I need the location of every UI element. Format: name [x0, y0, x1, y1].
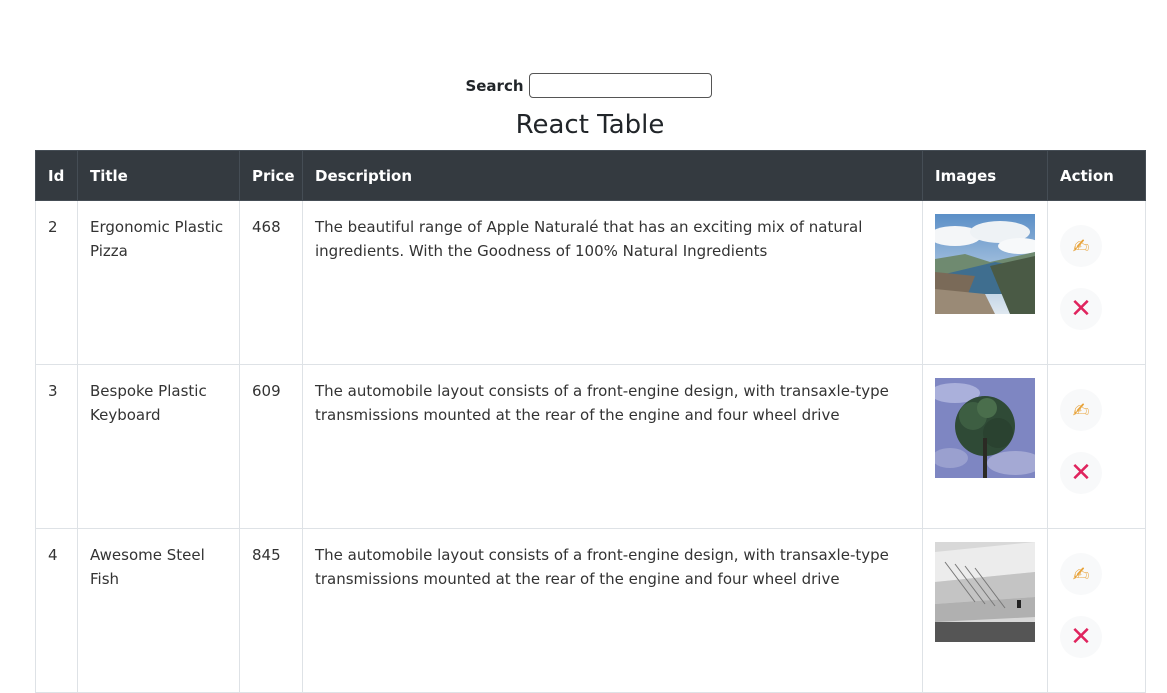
- cell-price: 609: [239, 364, 303, 529]
- pencil-hand-icon: ✍: [1072, 562, 1090, 586]
- table-row: 2 Ergonomic Plastic Pizza 468 The beauti…: [35, 200, 1146, 365]
- pencil-hand-icon: ✍: [1072, 234, 1090, 258]
- pencil-hand-icon: ✍: [1072, 398, 1090, 422]
- cell-description: The automobile layout consists of a fron…: [302, 528, 923, 693]
- page-title: React Table: [515, 110, 665, 140]
- search-input[interactable]: [528, 73, 712, 98]
- column-header-title: Title: [77, 150, 240, 201]
- table-row: 3 Bespoke Plastic Keyboard 609 The autom…: [35, 364, 1146, 529]
- edit-button[interactable]: ✍: [1060, 225, 1102, 267]
- delete-button[interactable]: ✕: [1060, 616, 1102, 658]
- cell-description: The automobile layout consists of a fron…: [302, 364, 923, 529]
- cell-title: Awesome Steel Fish: [77, 528, 240, 693]
- column-header-images: Images: [922, 150, 1048, 201]
- cell-image: [922, 528, 1048, 693]
- column-header-id: Id: [35, 150, 78, 201]
- column-header-description: Description: [302, 150, 923, 201]
- cell-id: 2: [35, 200, 78, 365]
- cell-actions: ✍ ✕: [1047, 200, 1146, 365]
- cell-image: [922, 364, 1048, 529]
- search-bar: Search: [0, 73, 1167, 98]
- column-header-price: Price: [239, 150, 303, 201]
- stone-steps-photo: [935, 542, 1035, 642]
- cell-title: Bespoke Plastic Keyboard: [77, 364, 240, 529]
- cell-title: Ergonomic Plastic Pizza: [77, 200, 240, 365]
- edit-button[interactable]: ✍: [1060, 553, 1102, 595]
- fjord-landscape-photo: [935, 214, 1035, 314]
- table-row: 4 Awesome Steel Fish 845 The automobile …: [35, 528, 1146, 693]
- cell-actions: ✍ ✕: [1047, 528, 1146, 693]
- cell-price: 468: [239, 200, 303, 365]
- column-header-action: Action: [1047, 150, 1146, 201]
- delete-button[interactable]: ✕: [1060, 288, 1102, 330]
- close-x-icon: ✕: [1070, 622, 1092, 652]
- close-x-icon: ✕: [1070, 458, 1092, 488]
- cell-price: 845: [239, 528, 303, 693]
- table-header-row: Id Title Price Description Images Action: [35, 150, 1146, 201]
- search-label: Search: [465, 76, 524, 95]
- cell-description: The beautiful range of Apple Naturalé th…: [302, 200, 923, 365]
- cell-id: 3: [35, 364, 78, 529]
- delete-button[interactable]: ✕: [1060, 452, 1102, 494]
- edit-button[interactable]: ✍: [1060, 389, 1102, 431]
- cell-image: [922, 200, 1048, 365]
- cell-actions: ✍ ✕: [1047, 364, 1146, 529]
- cell-id: 4: [35, 528, 78, 693]
- tree-reflection-photo: [935, 378, 1035, 478]
- close-x-icon: ✕: [1070, 294, 1092, 324]
